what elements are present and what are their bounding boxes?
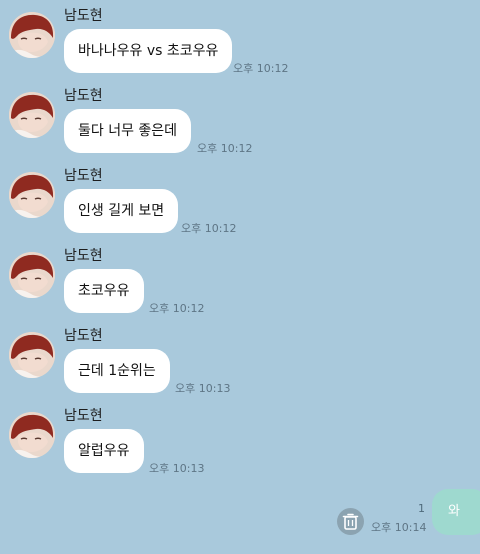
message-bubble[interactable]: 초코우유: [64, 269, 144, 313]
message-time: 오후 10:12: [181, 222, 237, 235]
sender-name: 남도현: [64, 88, 103, 104]
message-bubble[interactable]: 알럽우유: [64, 429, 144, 473]
avatar[interactable]: [9, 92, 55, 138]
message-time: 오후 10:13: [149, 462, 205, 475]
sender-name: 남도현: [64, 248, 103, 264]
message-bubble[interactable]: 둘다 너무 좋은데: [64, 109, 192, 153]
message-bubble[interactable]: 바나나우유 vs 초코우유: [64, 29, 233, 73]
message-time: 오후 10:12: [197, 142, 253, 155]
sender-name: 남도현: [64, 8, 103, 24]
message-bubble[interactable]: 인생 길게 보면: [64, 189, 179, 233]
trash-icon[interactable]: [337, 508, 364, 535]
avatar[interactable]: [9, 412, 55, 458]
message-time: 오후 10:13: [175, 382, 231, 395]
message-bubble[interactable]: 근데 1순위는: [64, 349, 170, 393]
chat-message: 남도현 바나나우유 vs 초코우유 오후 10:12: [0, 0, 480, 80]
avatar[interactable]: [9, 332, 55, 378]
chat-message: 남도현 근데 1순위는 오후 10:13: [0, 320, 480, 400]
sender-name: 남도현: [64, 328, 103, 344]
message-time: 오후 10:12: [149, 302, 205, 315]
message-time: 오후 10:12: [233, 62, 289, 75]
sender-name: 남도현: [64, 168, 103, 184]
avatar[interactable]: [9, 12, 55, 58]
unread-count: 1: [418, 502, 425, 515]
sender-name: 남도현: [64, 408, 103, 424]
avatar[interactable]: [9, 252, 55, 298]
chat-message: 남도현 둘다 너무 좋은데 오후 10:12: [0, 80, 480, 160]
chat-message: 남도현 인생 길게 보면 오후 10:12: [0, 160, 480, 240]
chat-message: 남도현 알럽우유 오후 10:13: [0, 400, 480, 480]
my-message-bubble[interactable]: 와: [432, 489, 480, 535]
avatar[interactable]: [9, 172, 55, 218]
message-time: 오후 10:14: [371, 521, 427, 534]
chat-message: 남도현 초코우유 오후 10:12: [0, 240, 480, 320]
